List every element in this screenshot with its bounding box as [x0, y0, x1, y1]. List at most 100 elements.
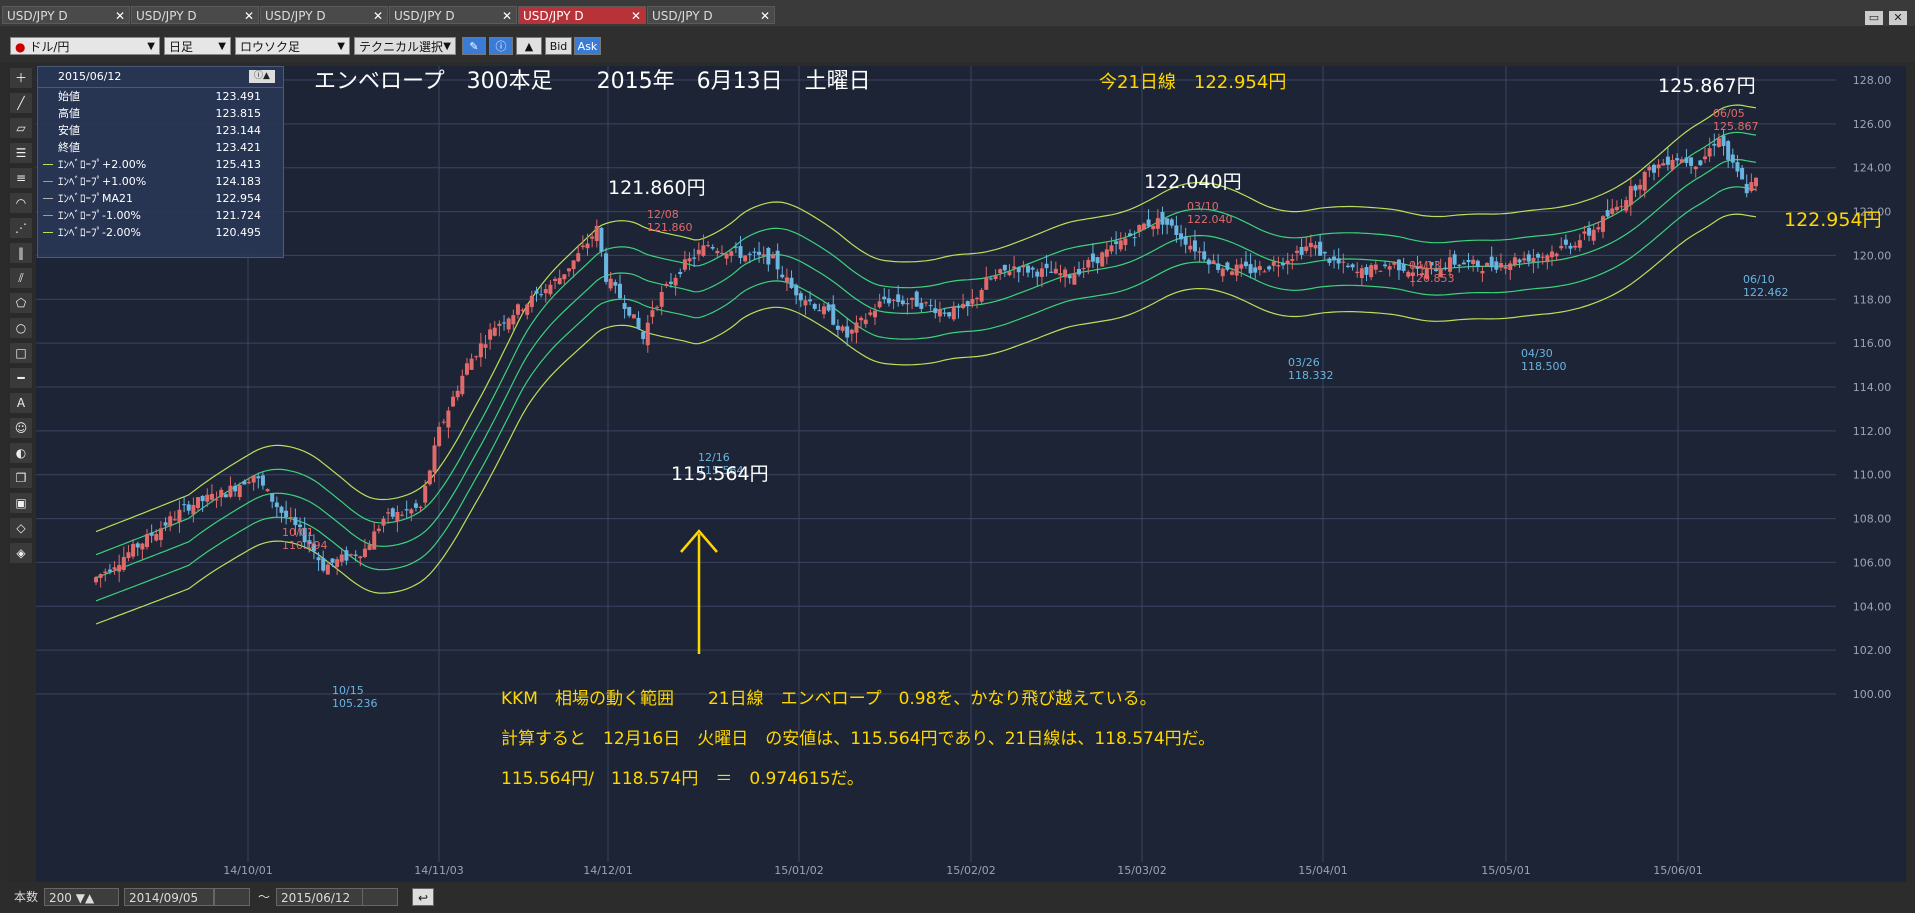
info-value: 120.495: [215, 226, 262, 239]
text-icon[interactable]: A: [10, 393, 32, 413]
info-toggle-icon[interactable]: ⓘ▲: [249, 70, 275, 83]
close-icon[interactable]: ✕: [1889, 11, 1907, 25]
high-label-2: 122.040円: [1144, 171, 1242, 193]
line-swatch: [43, 164, 53, 165]
x-tick-label: 14/11/03: [414, 864, 463, 877]
vertical-lines-icon[interactable]: ‖: [10, 243, 32, 263]
fan-icon[interactable]: ⋰: [10, 218, 32, 238]
ask-button[interactable]: Ask: [574, 37, 601, 55]
y-tick-label: 112.00: [1853, 425, 1892, 438]
chart-type-select[interactable]: ロウソク足 ▼: [235, 37, 350, 55]
candle: [914, 290, 919, 307]
crosshair-icon[interactable]: ＋: [10, 68, 32, 88]
copy-icon[interactable]: ❐: [10, 468, 32, 488]
y-tick-label: 110.00: [1853, 469, 1892, 482]
ruler-icon[interactable]: ▱: [10, 118, 32, 138]
close-icon[interactable]: ✕: [115, 7, 125, 25]
arc-icon[interactable]: ◠: [10, 193, 32, 213]
close-icon[interactable]: ✕: [631, 7, 641, 25]
tab-label: USD/JPY D: [652, 9, 713, 23]
tab-usdjpy-2[interactable]: USD/JPY D ✕: [131, 6, 259, 24]
tab-label: USD/JPY D: [265, 9, 326, 23]
eraser-icon[interactable]: ◇: [10, 518, 32, 538]
tab-usdjpy-3[interactable]: USD/JPY D ✕: [260, 6, 388, 24]
info-label: ｴﾝﾍﾞﾛｰﾌﾟ+2.00%: [58, 158, 147, 171]
tab-label: USD/JPY D: [7, 9, 68, 23]
bid-label: Bid: [549, 40, 568, 53]
magnet-icon[interactable]: ◐: [10, 443, 32, 463]
price-annotation-value: 120.853: [1409, 272, 1455, 285]
x-tick-label: 15/04/01: [1298, 864, 1347, 877]
rectangle-icon[interactable]: □: [10, 343, 32, 363]
tab-usdjpy-5[interactable]: USD/JPY D ✕: [518, 6, 646, 24]
hline-icon[interactable]: ━: [10, 368, 32, 388]
info-value: 123.421: [215, 141, 262, 154]
mountain-button[interactable]: ▲: [516, 37, 542, 55]
close-icon[interactable]: ✕: [760, 7, 770, 25]
line-swatch: [43, 232, 53, 233]
price-annotation-value: 118.500: [1521, 360, 1567, 373]
info-button[interactable]: ⓘ: [489, 37, 513, 55]
close-icon[interactable]: ✕: [244, 7, 254, 25]
price-annotation-date: 10/15: [332, 684, 364, 697]
chart-type-label: ロウソク足: [240, 40, 301, 54]
to-date-input[interactable]: 2015/06/12: [276, 888, 366, 906]
x-tick-label: 15/03/02: [1117, 864, 1166, 877]
pen-button[interactable]: ✎: [462, 37, 486, 55]
price-annotation-value: 121.860: [647, 221, 693, 234]
circle-icon[interactable]: ○: [10, 318, 32, 338]
tab-label: USD/JPY D: [394, 9, 455, 23]
current-ma-label: 122.954円: [1784, 209, 1882, 231]
technical-select[interactable]: テクニカル選択 ▼: [354, 37, 456, 55]
period-label: 日足: [169, 40, 194, 54]
horizontal-lines-icon[interactable]: ☰: [10, 143, 32, 163]
tab-usdjpy-4[interactable]: USD/JPY D ✕: [389, 6, 517, 24]
pen-icon: ✎: [469, 40, 479, 53]
from-date-input[interactable]: 2014/09/05: [124, 888, 214, 906]
refresh-button[interactable]: ↩: [412, 888, 434, 906]
count-value: 200: [49, 891, 72, 905]
grid-lines-icon[interactable]: ≡: [10, 168, 32, 188]
chevron-down-icon: ▼: [218, 41, 226, 52]
period-select[interactable]: 日足 ▼: [164, 37, 231, 55]
info-row: ｴﾝﾍﾞﾛｰﾌﾟ-1.00% 121.724: [38, 207, 283, 224]
y-tick-label: 120.00: [1853, 249, 1892, 262]
close-icon[interactable]: ✕: [502, 7, 512, 25]
trendline-icon[interactable]: ╱: [10, 93, 32, 113]
price-chart[interactable]: 128.00126.00124.00122.00120.00118.00116.…: [36, 66, 1906, 882]
note-line-3: 115.564円/ 118.574円 ＝ 0.974615だ。: [501, 769, 864, 789]
note-line-1: KKM 相場の動く範囲 21日線 エンベロープ 0.98を、かなり飛び越えている…: [501, 689, 1157, 709]
info-row: 高値 123.815: [38, 105, 283, 122]
chevron-down-icon: ▼: [443, 41, 451, 52]
tab-usdjpy-1[interactable]: USD/JPY D ✕: [2, 6, 130, 24]
erase-all-icon[interactable]: ◈: [10, 543, 32, 563]
candle: [1100, 251, 1105, 267]
count-input[interactable]: 200 ▼▲: [44, 888, 119, 906]
price-annotation-date: 10/01: [282, 526, 314, 539]
price-annotation-value: 125.867: [1713, 120, 1759, 133]
tab-usdjpy-6[interactable]: USD/JPY D ✕: [647, 6, 775, 24]
restore-icon[interactable]: ▭: [1865, 11, 1883, 25]
emoji-icon[interactable]: ☺: [10, 418, 32, 438]
info-value: 123.815: [215, 107, 262, 120]
tab-label: USD/JPY D: [523, 9, 584, 23]
price-annotation-value: 122.040: [1187, 213, 1233, 226]
info-label: 安値: [58, 124, 80, 137]
currency-select[interactable]: ● ドル/円 ▼: [10, 37, 160, 55]
pentagon-icon[interactable]: ⬠: [10, 293, 32, 313]
info-row: 始値 123.491: [38, 88, 283, 105]
close-icon[interactable]: ✕: [373, 7, 383, 25]
bid-button[interactable]: Bid: [545, 37, 572, 55]
y-tick-label: 116.00: [1853, 337, 1892, 350]
price-annotation-value: 118.332: [1288, 369, 1334, 382]
to-time-input[interactable]: [362, 888, 398, 906]
info-label: ｴﾝﾍﾞﾛｰﾌﾟ-2.00%: [58, 226, 141, 239]
y-tick-label: 128.00: [1853, 74, 1892, 87]
from-time-input[interactable]: [214, 888, 250, 906]
y-tick-label: 108.00: [1853, 513, 1892, 526]
layers-icon[interactable]: ▣: [10, 493, 32, 513]
channel-icon[interactable]: ⫽: [10, 268, 32, 288]
info-row: 安値 123.144: [38, 122, 283, 139]
stepper-icon[interactable]: ▼▲: [76, 891, 94, 905]
info-row: ｴﾝﾍﾞﾛｰﾌﾟMA21 122.954: [38, 190, 283, 207]
